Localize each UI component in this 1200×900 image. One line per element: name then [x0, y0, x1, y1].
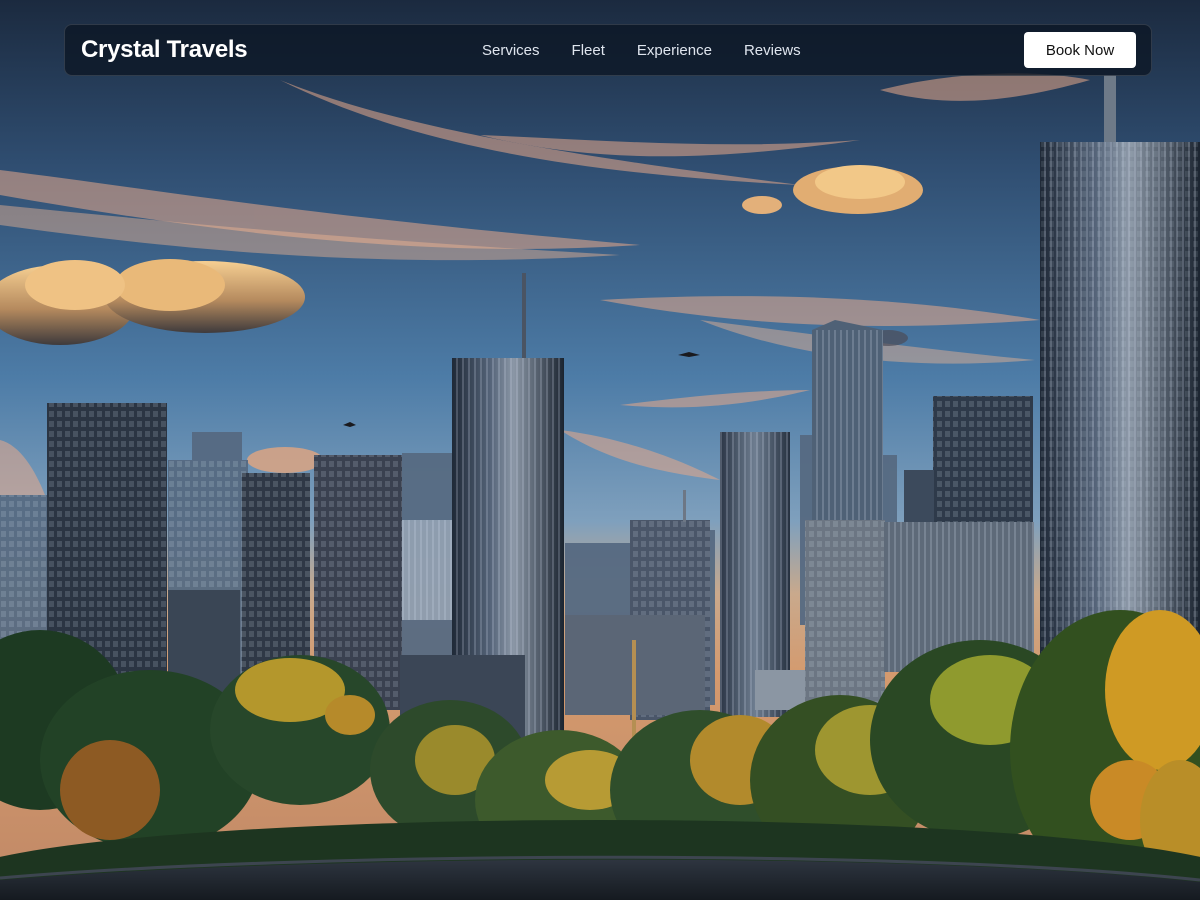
- book-now-button[interactable]: Book Now: [1024, 32, 1136, 68]
- brand-logo[interactable]: Crystal Travels: [81, 36, 248, 64]
- city-skyline-background-image: [0, 0, 1200, 900]
- hero-section: Crystal Travels Services Fleet Experienc…: [0, 0, 1200, 900]
- nav-link-fleet[interactable]: Fleet: [572, 42, 605, 59]
- nav-link-services[interactable]: Services: [482, 42, 540, 59]
- nav-link-experience[interactable]: Experience: [637, 42, 712, 59]
- top-navbar: Crystal Travels Services Fleet Experienc…: [64, 24, 1152, 76]
- nav-link-reviews[interactable]: Reviews: [744, 42, 801, 59]
- nav-links: Services Fleet Experience Reviews: [482, 25, 801, 75]
